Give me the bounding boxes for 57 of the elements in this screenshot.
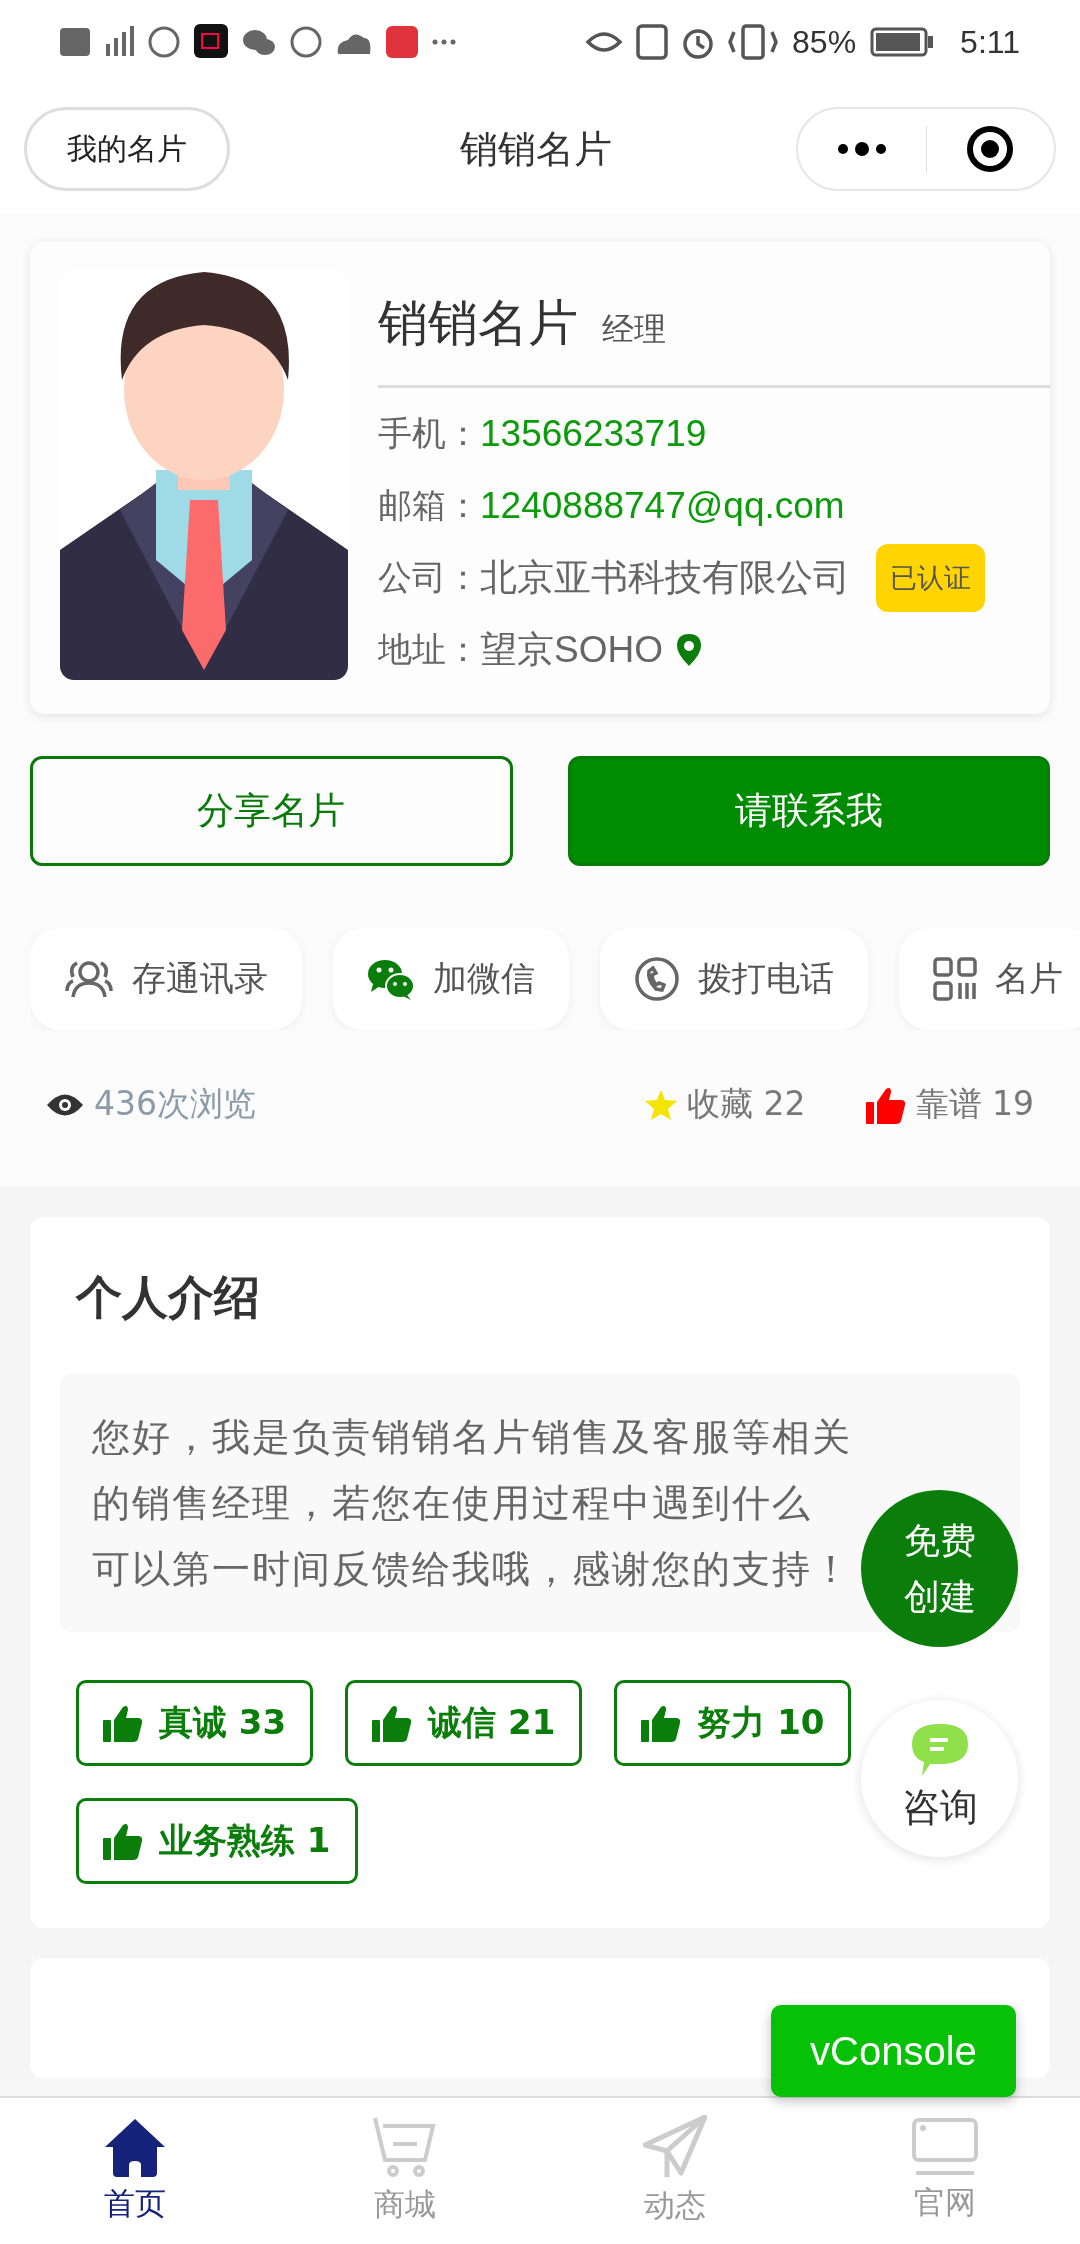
praise-tag[interactable]: 真诚 33: [76, 1680, 314, 1766]
tab-item[interactable]: 官网: [810, 2098, 1080, 2244]
field-value[interactable]: 1240888747@qq.com: [480, 485, 845, 527]
chat-icon: [911, 1724, 968, 1776]
section-title: 个人介绍: [76, 1269, 261, 1326]
person-name: 销销名片: [378, 293, 578, 354]
thumbs-up-icon: [372, 1704, 413, 1742]
clock-time: 5:11: [960, 23, 1020, 61]
qr-code-icon: [933, 957, 977, 1001]
job-title: 经理: [602, 309, 666, 350]
field-value: 北京亚书科技有限公司: [480, 556, 850, 600]
wechat-icon: [367, 958, 415, 1000]
share-card-button[interactable]: 分享名片: [30, 756, 513, 866]
monitor-icon: [912, 2118, 978, 2176]
my-card-button[interactable]: 我的名片: [24, 107, 230, 191]
target-icon: [965, 124, 1016, 174]
field-label: 地址：: [378, 628, 480, 671]
page-title: 销销名片: [460, 125, 612, 173]
battery-level: 85%: [792, 23, 857, 61]
praise-tag[interactable]: 业务熟练 1: [76, 1798, 358, 1884]
paper-plane-icon: [643, 2115, 707, 2179]
home-icon: [103, 2117, 167, 2177]
battery-icon: [870, 27, 935, 57]
people-icon: [64, 959, 114, 999]
vibrate-icon: [728, 22, 779, 62]
thumbs-up-icon: [865, 1085, 906, 1124]
thumbs-up-icon: [641, 1704, 682, 1742]
action-chip[interactable]: 名片: [899, 928, 1080, 1030]
view-count: 436次浏览: [94, 1083, 256, 1125]
cart-icon: [373, 2116, 437, 2178]
tab-item[interactable]: 商城: [270, 2098, 540, 2244]
phone-icon: [634, 956, 680, 1002]
action-chip[interactable]: 存通讯录: [30, 928, 302, 1030]
field-value[interactable]: 13566233719: [480, 413, 707, 455]
thumbs-up-icon: [103, 1704, 143, 1742]
intro-text: 的销售经理，若您在使用过程中遇到什么: [92, 1480, 812, 1527]
action-chip[interactable]: 拨打电话: [600, 928, 868, 1030]
field-value: 望京SOHO: [480, 628, 663, 672]
tab-item[interactable]: 动态: [540, 2098, 810, 2244]
action-chip[interactable]: 加微信: [333, 928, 569, 1030]
favorite-count: 收藏 22: [687, 1083, 806, 1125]
field-label: 公司：: [378, 556, 480, 599]
praise-tag[interactable]: 诚信 21: [345, 1680, 583, 1766]
thumbs-up-icon: [103, 1822, 143, 1860]
more-icon: [836, 142, 887, 156]
intro-text: 您好，我是负责销销名片销售及客服等相关: [92, 1414, 852, 1461]
field-label: 邮箱：: [378, 484, 480, 527]
star-icon: [645, 1089, 678, 1120]
like-count: 靠谱 19: [915, 1083, 1034, 1125]
tab-item[interactable]: 首页: [0, 2098, 270, 2244]
intro-text: 可以第一时间反馈给我哦，感谢您的支持！: [92, 1546, 852, 1593]
contact-me-button[interactable]: 请联系我: [567, 756, 1050, 866]
location-pin-icon: [676, 634, 701, 666]
field-label: 手机：: [378, 412, 480, 455]
verified-badge: 已认证: [876, 544, 985, 612]
more-icon: [432, 39, 456, 45]
praise-tag[interactable]: 努力 10: [614, 1680, 852, 1766]
